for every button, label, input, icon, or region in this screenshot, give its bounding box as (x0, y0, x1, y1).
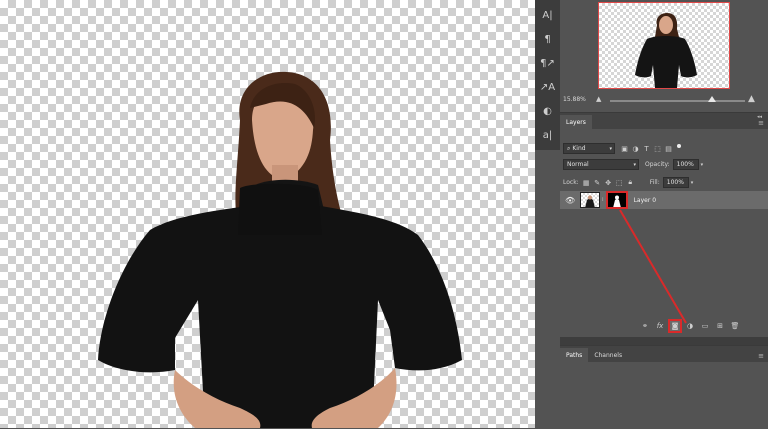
panel-divider (560, 337, 768, 345)
layers-bottom-toolbar: ⚭ fx ◙ ◑ ▭ ⊞ 🗑︎ (640, 319, 740, 333)
layer-thumbnail[interactable] (580, 192, 600, 208)
fill-input[interactable]: 100% (662, 177, 689, 188)
zoom-slider-handle[interactable] (708, 96, 716, 102)
paths-tab-row: Paths Channels ≡ (560, 346, 768, 362)
layers-tab-row: Layers ◂◂ ≡ (560, 113, 768, 129)
filter-shape-icon[interactable]: ⬚ (652, 143, 663, 154)
layer-mask-silhouette (612, 195, 621, 207)
opacity-label: Opacity: (645, 161, 670, 168)
lock-transparent-icon[interactable]: ▦ (581, 177, 592, 188)
adjust-icon[interactable]: ◐ (535, 99, 560, 123)
filter-toggle-icon[interactable] (677, 143, 681, 148)
filter-smart-object-icon[interactable]: ▤ (663, 143, 674, 154)
layers-panel: Layers ◂◂ ≡ ⌕ Kind ▾ ▣ ◑ T ⬚ ▤ Normal ▾ … (560, 112, 768, 338)
chevron-down-icon: ▾ (609, 145, 612, 152)
delete-layer-icon[interactable]: 🗑︎ (730, 321, 740, 331)
chevron-down-icon[interactable]: ▾ (691, 180, 694, 186)
filter-adjustment-icon[interactable]: ◑ (630, 143, 641, 154)
blend-row: Normal ▾ Opacity: 100% ▾ (560, 159, 768, 170)
add-mask-icon[interactable]: ◙ (668, 319, 682, 333)
lock-row: Lock: ▦ ✎ ✥ ⬚ 🔒︎ Fill: 100% ▾ (560, 177, 768, 188)
chevron-down-icon[interactable]: ▾ (701, 162, 704, 168)
adjustment-layer-icon[interactable]: ◑ (685, 321, 695, 331)
canvas[interactable] (0, 0, 535, 428)
lock-artboard-icon[interactable]: ⬚ (614, 177, 625, 188)
layer-mask-thumbnail[interactable] (605, 191, 628, 209)
paragraph-icon[interactable]: ¶ (535, 27, 560, 51)
character-styles-icon[interactable]: ↗A (535, 75, 560, 99)
panel-menu-icon[interactable]: ≡ (758, 352, 764, 360)
tab-paths[interactable]: Paths (560, 348, 589, 362)
fill-label: Fill: (649, 179, 660, 186)
paragraph-styles-icon[interactable]: ¶↗ (535, 51, 560, 75)
filter-kind-select[interactable]: ⌕ Kind ▾ (563, 143, 615, 154)
panel-menu-icon[interactable]: ≡ (758, 119, 764, 127)
paths-panel: Paths Channels ≡ (560, 345, 768, 429)
zoom-out-icon[interactable]: ▲ (596, 95, 601, 103)
lock-all-icon[interactable]: 🔒︎ (625, 177, 636, 188)
subject-image (98, 71, 462, 428)
chevron-down-icon: ▾ (633, 161, 636, 168)
navigator-preview[interactable] (598, 2, 730, 89)
layer-thumbnail-subject (585, 195, 595, 207)
navigator-panel: 15.88% ▲ ▲ (560, 0, 768, 112)
navigator-subject (635, 13, 697, 88)
tab-channels[interactable]: Channels (588, 348, 628, 362)
glyphs-icon[interactable]: a| (535, 123, 560, 147)
filter-row: ⌕ Kind ▾ ▣ ◑ T ⬚ ▤ (560, 143, 768, 154)
filter-type-icon[interactable]: T (641, 143, 652, 154)
filter-pixel-icon[interactable]: ▣ (619, 143, 630, 154)
visibility-eye-icon[interactable]: 👁︎ (565, 196, 575, 205)
search-icon: ⌕ (567, 144, 571, 152)
layer-name[interactable]: Layer 0 (634, 197, 656, 204)
fx-icon[interactable]: fx (655, 321, 665, 331)
link-chain-icon[interactable]: ⁞ (602, 197, 604, 203)
blend-mode-value: Normal (567, 161, 589, 168)
lock-label: Lock: (563, 179, 579, 186)
blend-mode-select[interactable]: Normal ▾ (563, 159, 639, 170)
panel-toolstrip: A| ¶ ¶↗ ↗A ◐ a| (535, 0, 561, 150)
layer-row-layer0[interactable]: 👁︎ ⁞ Layer 0 (560, 191, 768, 209)
filter-kind-label: Kind (572, 145, 586, 152)
zoom-slider[interactable] (610, 96, 745, 102)
zoom-in-icon[interactable]: ▲ (748, 94, 755, 104)
lock-image-icon[interactable]: ✎ (592, 177, 603, 188)
new-layer-icon[interactable]: ⊞ (715, 321, 725, 331)
zoom-level[interactable]: 15.88% (563, 96, 586, 103)
opacity-input[interactable]: 100% (672, 159, 699, 170)
lock-position-icon[interactable]: ✥ (603, 177, 614, 188)
new-group-icon[interactable]: ▭ (700, 321, 710, 331)
tab-layers[interactable]: Layers (560, 115, 592, 129)
character-icon[interactable]: A| (535, 3, 560, 27)
link-layers-icon[interactable]: ⚭ (640, 321, 650, 331)
